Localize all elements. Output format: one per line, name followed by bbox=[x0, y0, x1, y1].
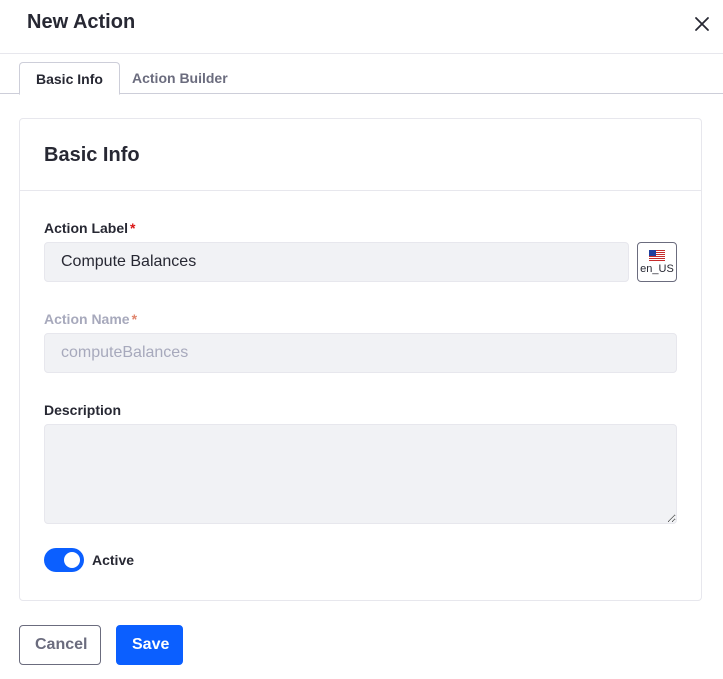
tab-bar: Basic Info Action Builder bbox=[0, 62, 723, 95]
us-flag-icon bbox=[649, 249, 665, 261]
action-label-text: Action Label bbox=[44, 220, 129, 236]
description-label: Description bbox=[44, 402, 122, 418]
locale-selector-button[interactable]: en_US bbox=[637, 242, 677, 282]
locale-code: en_US bbox=[640, 262, 674, 275]
action-label-label: Action Label * bbox=[44, 219, 135, 237]
basic-info-panel: Basic Info Action Label* en_US Action Na… bbox=[19, 118, 702, 601]
panel-header: Basic Info bbox=[20, 119, 701, 191]
required-mark: * bbox=[130, 220, 136, 236]
modal-title: New Action bbox=[27, 11, 136, 33]
action-label-input[interactable] bbox=[44, 242, 629, 282]
tab-action-builder[interactable]: Action Builder bbox=[116, 62, 244, 94]
close-icon bbox=[695, 17, 709, 31]
description-textarea[interactable] bbox=[44, 424, 677, 524]
active-toggle-label: Active bbox=[92, 552, 135, 568]
toggle-knob bbox=[64, 552, 80, 568]
tab-basic-info[interactable]: Basic Info bbox=[19, 62, 120, 95]
active-toggle[interactable] bbox=[44, 548, 84, 572]
panel-title: Basic Info bbox=[44, 144, 140, 166]
close-button[interactable] bbox=[688, 10, 716, 38]
action-name-input bbox=[44, 333, 677, 373]
required-mark: * bbox=[131, 311, 138, 327]
action-name-text: Action Name bbox=[44, 311, 130, 327]
cancel-button[interactable]: Cancel bbox=[19, 625, 101, 665]
action-name-label: Action Name * bbox=[44, 310, 137, 328]
modal-header: New Action bbox=[0, 0, 723, 54]
save-button[interactable]: Save bbox=[116, 625, 183, 665]
